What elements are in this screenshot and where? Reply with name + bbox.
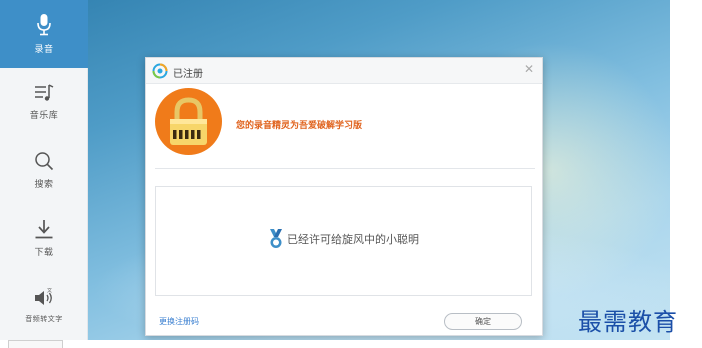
license-info-box: 已经许可给旋风中的小聪明 bbox=[155, 186, 532, 296]
dialog-title: 已注册 bbox=[173, 69, 203, 80]
close-icon[interactable]: ✕ bbox=[524, 63, 534, 75]
sidebar-item-audio-to-text[interactable]: 文 音频转文字 bbox=[0, 272, 88, 340]
download-icon bbox=[35, 219, 53, 238]
medal-icon bbox=[270, 229, 282, 248]
sidebar-item-label: 搜索 bbox=[34, 179, 54, 190]
microphone-icon bbox=[37, 13, 51, 35]
sidebar-item-search[interactable]: 搜索 bbox=[0, 136, 88, 204]
license-line: 已经许可给旋风中的小聪明 bbox=[269, 229, 419, 249]
watermark-text: 最需教育 bbox=[578, 308, 678, 336]
sidebar-item-label: 音乐库 bbox=[29, 110, 59, 121]
app-logo-icon bbox=[152, 63, 168, 79]
music-list-icon bbox=[35, 83, 54, 101]
change-registration-code-link[interactable]: 更换注册码 bbox=[159, 316, 199, 327]
speaker-icon: 文 bbox=[35, 288, 52, 305]
app-window: 录音 音乐库 搜索 下载 文 音频转文字 已注册 ✕ 您的录音精灵为吾爱破解学习… bbox=[0, 0, 670, 340]
license-text: 已经许可给旋风中的小聪明 bbox=[287, 233, 419, 246]
sidebar: 录音 音乐库 搜索 下载 文 音频转文字 bbox=[0, 0, 88, 340]
sidebar-item-download[interactable]: 下载 bbox=[0, 204, 88, 272]
divider bbox=[155, 168, 535, 169]
sidebar-item-record[interactable]: 录音 bbox=[0, 0, 88, 68]
svg-text:文: 文 bbox=[47, 288, 52, 294]
sidebar-item-label: 音频转文字 bbox=[25, 315, 63, 323]
sidebar-item-label: 录音 bbox=[34, 44, 54, 55]
sidebar-item-label: 下载 bbox=[34, 247, 54, 258]
search-icon bbox=[35, 151, 54, 170]
registered-dialog: 已注册 ✕ 您的录音精灵为吾爱破解学习版 已经许可给旋风中的小聪明 更换注册码 … bbox=[145, 57, 543, 336]
lock-badge bbox=[155, 88, 222, 155]
taskbar-thumbnail[interactable] bbox=[8, 340, 63, 348]
bottom-strip bbox=[0, 340, 702, 348]
sidebar-item-music-library[interactable]: 音乐库 bbox=[0, 68, 88, 136]
ok-button[interactable]: 确定 bbox=[444, 313, 522, 330]
registration-message: 您的录音精灵为吾爱破解学习版 bbox=[236, 121, 363, 131]
dialog-titlebar: 已注册 ✕ bbox=[146, 58, 542, 84]
lock-icon bbox=[170, 97, 207, 145]
